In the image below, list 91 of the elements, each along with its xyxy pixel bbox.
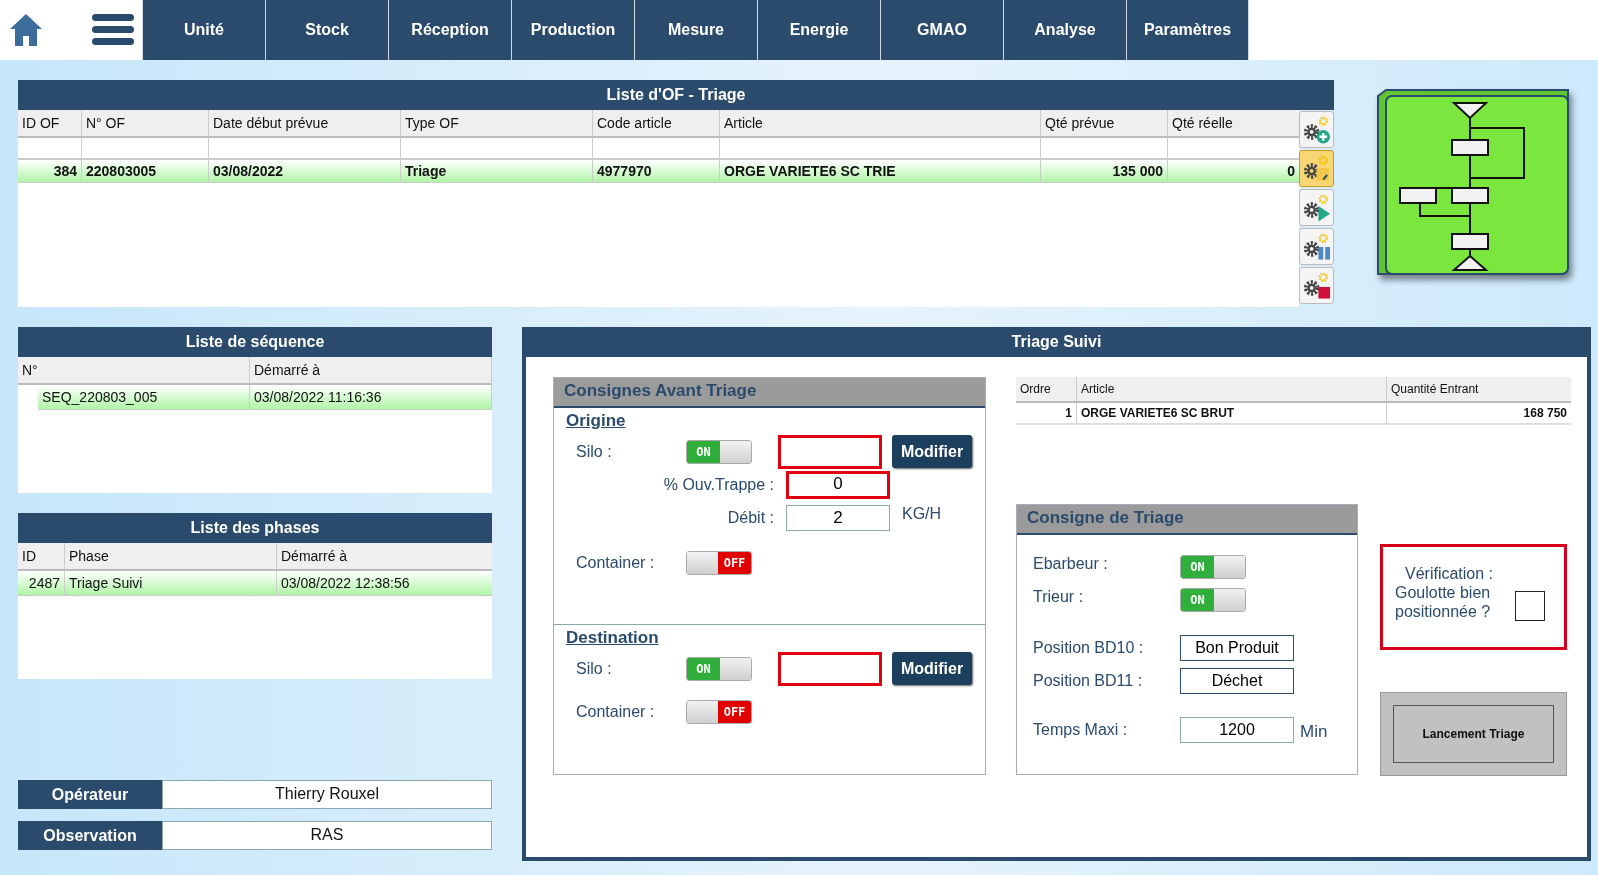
panel-title: Triage Suivi — [522, 327, 1591, 357]
field-label: Container : — [575, 702, 656, 721]
nav-tab[interactable]: Mesure — [634, 0, 757, 60]
modify-button[interactable]: Modifier — [892, 652, 972, 685]
table-cell: 1 — [1016, 403, 1077, 423]
table-cell: 03/08/2022 — [209, 160, 401, 182]
field-label: Débit : — [726, 508, 775, 527]
column-header: N° OF — [82, 110, 209, 138]
column-header: ID — [18, 543, 65, 571]
column-header: Démarré à — [277, 543, 492, 571]
field-label: Temps Maxi : — [1033, 720, 1129, 739]
field-label: Trieur : — [1033, 587, 1085, 606]
column-header: Date début prévue — [209, 110, 401, 138]
column-header: Article — [720, 110, 1041, 138]
nav-tab[interactable]: Production — [511, 0, 634, 60]
menu-icon[interactable] — [92, 13, 134, 47]
action-button[interactable] — [1299, 228, 1334, 265]
table-cell: 03/08/2022 11:16:36 — [250, 385, 492, 409]
column-header: ID OF — [18, 110, 82, 138]
group-title: Consigne de Triage — [1017, 505, 1357, 535]
nav-tab[interactable]: Paramètres — [1126, 0, 1249, 60]
action-button[interactable] — [1299, 267, 1334, 304]
home-icon[interactable] — [8, 12, 44, 48]
group-title: Consignes Avant Triage — [554, 378, 985, 408]
nav-tab[interactable]: Réception — [388, 0, 511, 60]
column-header: Qté prévue — [1041, 110, 1168, 138]
value-field[interactable]: Bon Produit — [1180, 634, 1294, 661]
verification-title: Vérification : — [1404, 565, 1495, 583]
table-row[interactable]: 384 220803005 03/08/2022 Triage 4977970 ORGE VARIETE6 SC TRIE 135 000 0 — [18, 160, 1299, 183]
column-header: Code article — [593, 110, 720, 138]
column-header: Quantité Entrant — [1387, 377, 1571, 403]
input-field[interactable]: 1200 — [1180, 716, 1294, 743]
verification-question: Goulotte bien positionnée ? — [1395, 583, 1492, 621]
nav-tab[interactable]: Analyse — [1003, 0, 1126, 60]
action-button[interactable] — [1299, 189, 1334, 226]
nav-tab[interactable]: Stock — [265, 0, 388, 60]
launch-button[interactable]: Lancement Triage — [1393, 705, 1554, 763]
checkbox[interactable] — [1515, 591, 1545, 621]
table-cell: SEQ_220803_005 — [38, 385, 250, 409]
table-cell: 135 000 — [1041, 160, 1168, 182]
value-field[interactable]: Déchet — [1180, 667, 1294, 694]
unit-label: Min — [1300, 720, 1328, 742]
table-row[interactable]: SEQ_220803_005 03/08/2022 11:16:36 — [38, 385, 492, 410]
input-field[interactable]: 0 — [786, 470, 890, 499]
input-field[interactable]: 2 — [786, 504, 890, 531]
panel-title: Liste des phases — [18, 513, 492, 543]
unit-label: KG/H — [902, 504, 942, 523]
field-label: Observation — [18, 821, 162, 850]
nav-tab[interactable]: GMAO — [880, 0, 1003, 60]
table-cell: Triage — [401, 160, 593, 182]
section-title: Origine — [566, 411, 627, 431]
table-cell: 2487 — [18, 571, 65, 595]
field-label: Silo : — [575, 442, 613, 461]
panel-title: Liste de séquence — [18, 327, 492, 357]
action-button[interactable] — [1299, 111, 1334, 148]
column-header: Article — [1077, 377, 1387, 403]
field-label: Position BD10 : — [1033, 638, 1145, 657]
table-cell: 220803005 — [82, 160, 209, 182]
field-label: % Ouv.Trappe : — [662, 475, 775, 494]
table-row[interactable]: 2487 Triage Suivi 03/08/2022 12:38:56 — [18, 571, 492, 596]
toggle-switch[interactable]: OFF — [686, 550, 752, 575]
silo-field[interactable] — [778, 651, 882, 686]
table-cell-text: 0 — [1286, 162, 1296, 181]
toggle-switch[interactable]: OFF — [686, 699, 752, 724]
table-cell-text: 168 750 — [1522, 405, 1568, 422]
observation-field[interactable]: RAS — [162, 821, 492, 850]
field-label: Silo : — [575, 659, 613, 678]
table-cell-text: 03/08/2022 12:38:56 — [280, 574, 411, 593]
table-cell: 384 — [18, 160, 82, 182]
field-label: Position BD11 : — [1033, 671, 1144, 690]
field-label: Ebarbeur : — [1033, 554, 1109, 573]
field-label: Container : — [575, 553, 656, 572]
section-title: Destination — [566, 628, 660, 648]
action-button[interactable] — [1299, 150, 1334, 187]
column-header: Qté réelle — [1168, 110, 1299, 138]
table-cell: 4977970 — [593, 160, 720, 182]
column-header: Ordre — [1016, 377, 1077, 403]
column-header: N° — [18, 357, 250, 385]
silo-field[interactable] — [778, 434, 882, 469]
modify-button[interactable]: Modifier — [892, 435, 972, 468]
column-header: Type OF — [401, 110, 593, 138]
table-cell: Triage Suivi — [65, 571, 277, 595]
nav-tab[interactable]: Unité — [142, 0, 265, 60]
table-cell: ORGE VARIETE6 SC TRIE — [720, 160, 1041, 182]
table-cell: ORGE VARIETE6 SC BRUT — [1077, 403, 1387, 423]
panel-title: Liste d'OF - Triage — [18, 80, 1334, 110]
nav-tab[interactable]: Energie — [757, 0, 880, 60]
operator-field[interactable]: Thierry Rouxel — [162, 780, 492, 809]
column-header: Démarré à — [250, 357, 492, 385]
field-label: Opérateur — [18, 780, 162, 809]
column-header: Phase — [65, 543, 277, 571]
